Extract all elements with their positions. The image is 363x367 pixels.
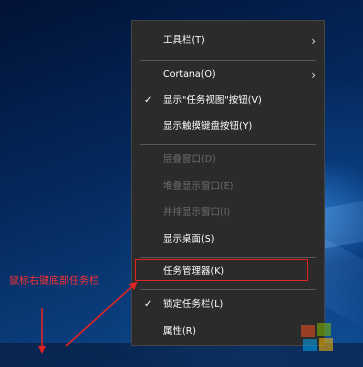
checkmark-icon: ✓ — [144, 95, 153, 106]
task-manager-highlight-box — [135, 259, 308, 281]
annotation-label: 鼠标右键底部任务栏 — [9, 276, 99, 287]
desktop-background: 工具栏(T) › Cortana(O) › ✓ 显示"任务视图"按钮(V) 显示… — [0, 0, 363, 367]
menu-item-label: 显示触摸键盘按钮(Y) — [163, 121, 253, 132]
taskbar-context-menu: 工具栏(T) › Cortana(O) › ✓ 显示"任务视图"按钮(V) 显示… — [131, 20, 325, 346]
menu-item-side-by-side-windows: 并排显示窗口(I) — [132, 202, 324, 224]
menu-item-show-desktop[interactable]: 显示桌面(S) — [132, 229, 324, 251]
menu-item-stack-windows: 堆叠显示窗口(E) — [132, 176, 324, 198]
chevron-right-icon: › — [311, 68, 316, 82]
menu-item-show-task-view-button[interactable]: ✓ 显示"任务视图"按钮(V) — [132, 90, 324, 112]
menu-item-lock-taskbar[interactable]: ✓ 锁定任务栏(L) — [132, 294, 324, 316]
menu-item-label: 堆叠显示窗口(E) — [163, 181, 234, 192]
menu-item-label: 属性(R) — [163, 326, 197, 337]
menu-item-toolbars[interactable]: 工具栏(T) › — [132, 30, 324, 52]
arrow-up-right-icon — [65, 281, 138, 347]
menu-item-label: 显示桌面(S) — [163, 234, 215, 245]
menu-item-show-touch-keyboard[interactable]: 显示触摸键盘按钮(Y) — [132, 116, 324, 138]
menu-item-label: 层叠窗口(D) — [163, 154, 216, 165]
menu-item-cortana[interactable]: Cortana(O) › — [132, 64, 324, 86]
windows-logo-watermark — [301, 323, 333, 351]
menu-item-label: 锁定任务栏(L) — [163, 299, 224, 310]
checkmark-icon: ✓ — [144, 299, 153, 310]
menu-separator — [140, 257, 316, 258]
chevron-right-icon: › — [311, 34, 316, 48]
menu-item-cascade-windows: 层叠窗口(D) — [132, 149, 324, 171]
menu-separator — [140, 60, 316, 61]
menu-separator — [140, 144, 316, 145]
menu-item-label: 工具栏(T) — [163, 35, 205, 46]
menu-item-label: 显示"任务视图"按钮(V) — [163, 95, 262, 106]
menu-item-label: Cortana(O) — [163, 69, 216, 80]
menu-separator — [140, 289, 316, 290]
menu-item-label: 并排显示窗口(I) — [163, 207, 231, 218]
